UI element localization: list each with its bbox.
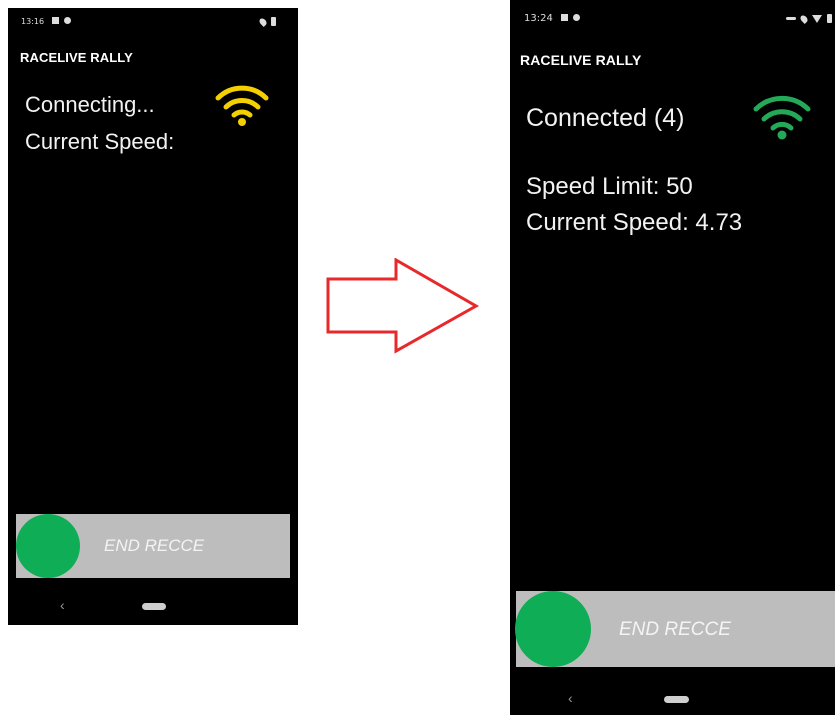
vpn-shield-icon: [64, 17, 71, 24]
status-system-icons: [258, 16, 276, 27]
nav-back-button[interactable]: ‹: [60, 597, 65, 613]
end-recce-slider[interactable]: END RECCE: [16, 514, 290, 578]
message-icon: [52, 17, 59, 24]
slider-knob[interactable]: [515, 591, 591, 667]
vpn-key-icon: [786, 17, 796, 20]
battery-icon: [827, 14, 832, 23]
current-speed-text: Current Speed: 4.73: [526, 209, 743, 236]
vpn-shield-icon: [573, 14, 580, 21]
connection-status: Connecting...: [25, 92, 155, 117]
phone-screen-connected: 13:24 RACELIVE RALLY Connected (4) Speed…: [510, 0, 835, 715]
status-time: 13:16: [21, 17, 45, 26]
current-speed-text: Current Speed:: [25, 129, 175, 154]
speed-limit-text: Speed Limit: 50: [526, 173, 693, 200]
slider-label: END RECCE: [619, 619, 731, 640]
signal-wifi-icon: [812, 14, 822, 23]
battery-icon: [271, 17, 276, 26]
message-icon: [561, 14, 568, 21]
location-icon: [799, 13, 809, 24]
location-icon: [258, 16, 268, 27]
status-time: 13:24: [524, 13, 553, 24]
wifi-icon: [753, 95, 811, 140]
arrow-right-icon: [326, 258, 480, 354]
slider-knob[interactable]: [16, 514, 80, 578]
status-notification-icons: [52, 17, 71, 24]
status-notification-icons: [561, 14, 580, 21]
wifi-icon: [215, 85, 269, 126]
connection-status: Connected (4): [526, 104, 685, 132]
slider-label: END RECCE: [104, 536, 205, 555]
status-system-icons: [786, 13, 832, 24]
nav-home-button[interactable]: [664, 696, 689, 703]
app-title: RACELIVE RALLY: [520, 52, 642, 68]
nav-back-button[interactable]: ‹: [568, 690, 573, 706]
app-title: RACELIVE RALLY: [20, 50, 133, 65]
nav-home-button[interactable]: [142, 603, 166, 610]
phone-screen-connecting: 13:16 RACELIVE RALLY Connecting... Curre…: [8, 8, 298, 625]
end-recce-slider[interactable]: END RECCE: [515, 591, 835, 667]
